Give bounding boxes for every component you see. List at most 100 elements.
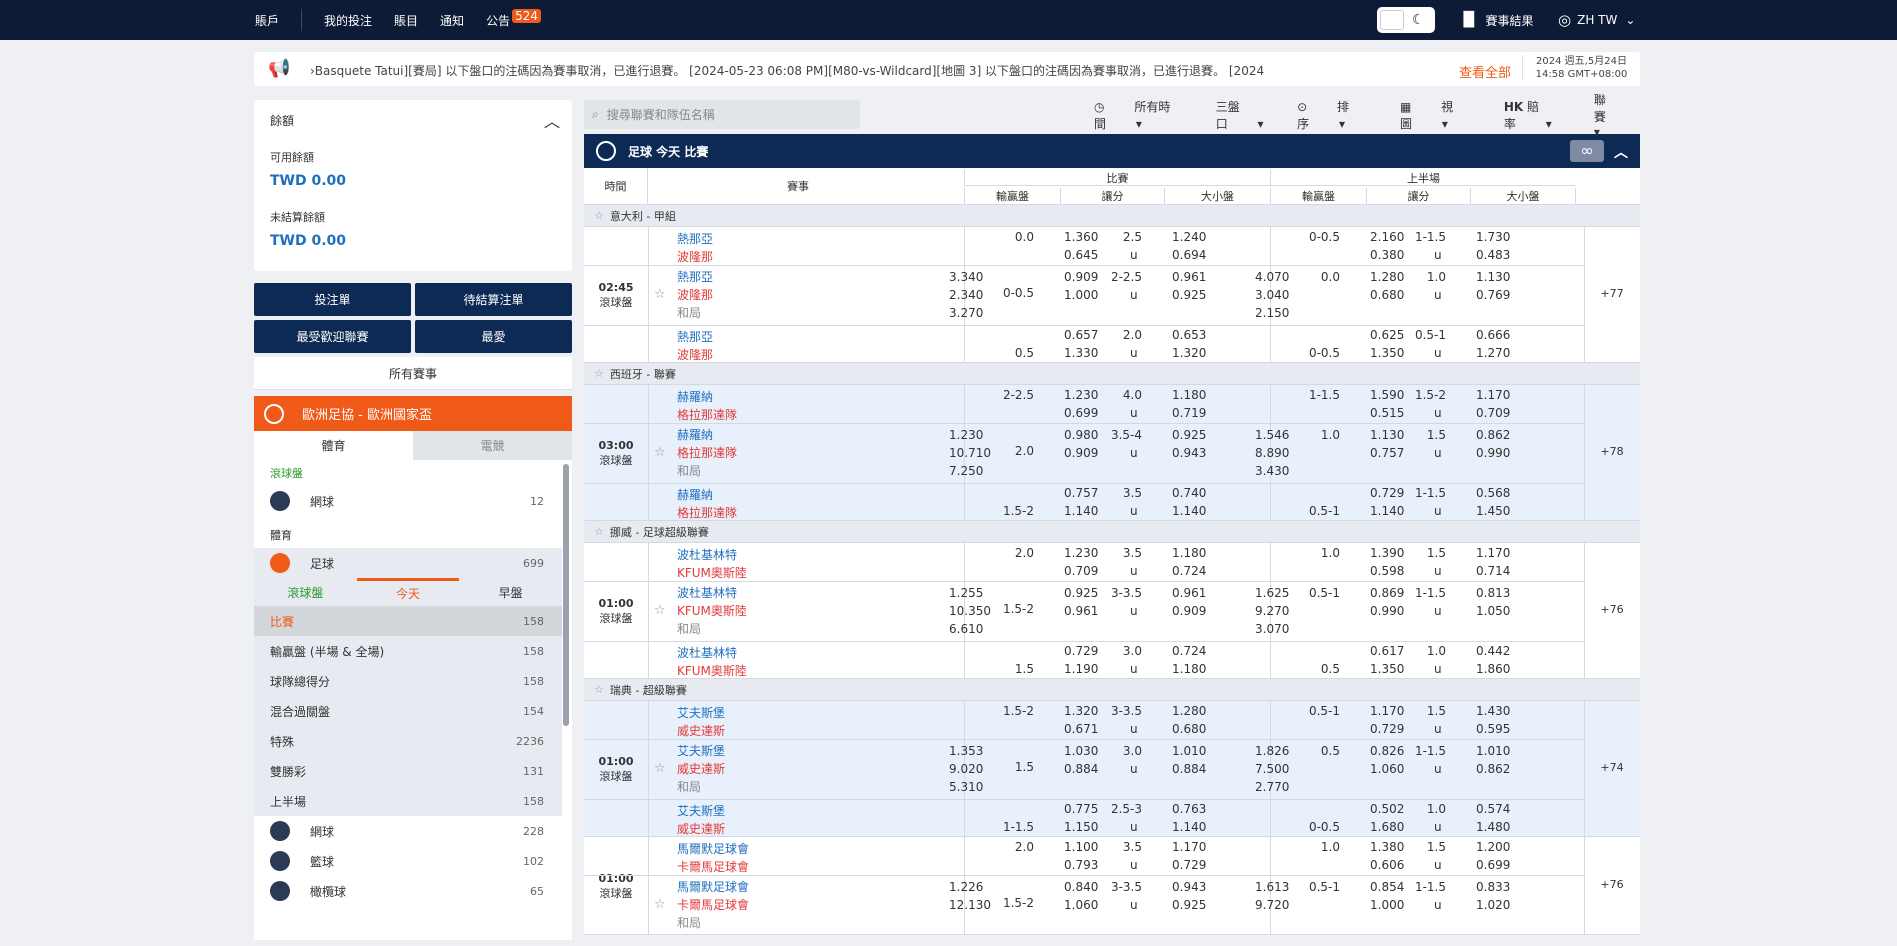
market-item[interactable]: 特殊 2236 xyxy=(254,726,562,756)
chevron-up-icon[interactable]: ︿ xyxy=(1614,142,1628,162)
odds-value[interactable]: 1.430 xyxy=(1476,704,1510,718)
odds-value[interactable]: 0.884 xyxy=(1172,762,1206,776)
odds-value[interactable]: 1.000 xyxy=(1064,288,1098,302)
sport-basketball[interactable]: 籃球 102 xyxy=(254,846,572,876)
odds-value[interactable]: 0.909 xyxy=(1172,604,1206,618)
subtab-today[interactable]: 今天 xyxy=(356,578,460,606)
odds-value[interactable]: 9.270 xyxy=(1255,604,1289,618)
odds-value[interactable]: 3.040 xyxy=(1255,288,1289,302)
odds-value[interactable]: 6.610 xyxy=(949,622,983,636)
sport-tennis[interactable]: 網球 228 xyxy=(254,816,572,846)
nav-statement[interactable]: 賬目 xyxy=(394,12,418,29)
odds-value[interactable]: 0.925 xyxy=(1172,288,1206,302)
odds-value[interactable]: 1.546 xyxy=(1255,428,1289,442)
league-header[interactable]: ☆ 意大利 - 甲組 xyxy=(584,205,1640,227)
odds-value[interactable]: 0.483 xyxy=(1476,248,1510,262)
odds-value[interactable]: 0.719 xyxy=(1172,406,1206,420)
odds-value[interactable]: 0.925 xyxy=(1172,898,1206,912)
odds-value[interactable]: 0.653 xyxy=(1172,328,1206,342)
star-icon[interactable]: ☆ xyxy=(594,209,604,222)
odds-value[interactable]: 7.250 xyxy=(949,464,983,478)
odds-value[interactable]: 0.729 xyxy=(1064,644,1098,658)
star-icon[interactable]: ☆ xyxy=(594,525,604,538)
favorite-star-icon[interactable]: ☆ xyxy=(654,445,666,460)
infinity-toggle[interactable]: ∞ xyxy=(1570,140,1604,162)
odds-value[interactable]: 0.502 xyxy=(1370,802,1404,816)
odds-value[interactable]: 7.500 xyxy=(1255,762,1289,776)
time-filter[interactable]: ◷ 所有時間 ▾ xyxy=(1094,98,1190,132)
odds-value[interactable]: 1.613 xyxy=(1255,880,1289,894)
odds-value[interactable]: 1.320 xyxy=(1172,346,1206,360)
odds-value[interactable]: 0.595 xyxy=(1476,722,1510,736)
odds-value[interactable]: 1.020 xyxy=(1476,898,1510,912)
odds-value[interactable]: 1.680 xyxy=(1370,820,1404,834)
more-markets-link[interactable]: +74 xyxy=(1584,761,1640,774)
subtab-early[interactable]: 早盤 xyxy=(459,578,562,606)
odds-value[interactable]: 1.180 xyxy=(1172,662,1206,676)
market-item[interactable]: 雙勝彩 131 xyxy=(254,756,562,786)
nav-my-bets[interactable]: 我的投注 xyxy=(324,12,372,29)
odds-value[interactable]: 0.833 xyxy=(1476,880,1510,894)
odds-value[interactable]: 0.574 xyxy=(1476,802,1510,816)
odds-value[interactable]: 0.862 xyxy=(1476,428,1510,442)
odds-value[interactable]: 0.840 xyxy=(1064,880,1098,894)
odds-value[interactable]: 0.990 xyxy=(1370,604,1404,618)
chevron-up-icon[interactable]: ︿ xyxy=(544,108,560,132)
odds-value[interactable]: 0.990 xyxy=(1476,446,1510,460)
odds-value[interactable]: 2.340 xyxy=(949,288,983,302)
odds-value[interactable]: 0.598 xyxy=(1370,564,1404,578)
odds-value[interactable]: 3.430 xyxy=(1255,464,1289,478)
odds-value[interactable]: 1.190 xyxy=(1064,662,1098,676)
odds-value[interactable]: 0.925 xyxy=(1172,428,1206,442)
odds-value[interactable]: 1.140 xyxy=(1370,504,1404,518)
odds-value[interactable]: 0.442 xyxy=(1476,644,1510,658)
market-item[interactable]: 上半場 158 xyxy=(254,786,562,816)
odds-value[interactable]: 4.070 xyxy=(1255,270,1289,284)
odds-value[interactable]: 1.625 xyxy=(1255,586,1289,600)
odds-value[interactable]: 0.606 xyxy=(1370,858,1404,872)
odds-value[interactable]: 1.170 xyxy=(1172,840,1206,854)
odds-value[interactable]: 0.925 xyxy=(1064,586,1098,600)
star-icon[interactable]: ☆ xyxy=(594,367,604,380)
betslip-button[interactable]: 投注單 xyxy=(254,283,411,316)
odds-value[interactable]: 0.884 xyxy=(1064,762,1098,776)
odds-value[interactable]: 9.720 xyxy=(1255,898,1289,912)
nav-notices[interactable]: 通知 xyxy=(440,12,464,29)
odds-value[interactable]: 0.909 xyxy=(1064,446,1098,460)
odds-value[interactable]: 1.060 xyxy=(1064,898,1098,912)
tab-sports[interactable]: 體育 xyxy=(254,431,413,460)
odds-value[interactable]: 1.730 xyxy=(1476,230,1510,244)
league-header[interactable]: ☆ 挪威 - 足球超級聯賽 xyxy=(584,521,1640,543)
language-selector[interactable]: ◎ ZH TW ⌄ xyxy=(1558,0,1635,40)
odds-value[interactable]: 0.757 xyxy=(1064,486,1098,500)
odds-value[interactable]: 1.150 xyxy=(1064,820,1098,834)
odds-value[interactable]: 1.170 xyxy=(1370,704,1404,718)
favorites-button[interactable]: 最愛 xyxy=(415,320,572,353)
odds-value[interactable]: 1.060 xyxy=(1370,762,1404,776)
odds-value[interactable]: 1.330 xyxy=(1064,346,1098,360)
odds-value[interactable]: 0.694 xyxy=(1172,248,1206,262)
favorite-star-icon[interactable]: ☆ xyxy=(654,897,666,912)
odds-value[interactable]: 1.590 xyxy=(1370,388,1404,402)
odds-value[interactable]: 1.380 xyxy=(1370,840,1404,854)
odds-value[interactable]: 0.729 xyxy=(1172,858,1206,872)
star-icon[interactable]: ☆ xyxy=(594,683,604,696)
odds-value[interactable]: 1.170 xyxy=(1476,388,1510,402)
odds-value[interactable]: 8.890 xyxy=(1255,446,1289,460)
odds-value[interactable]: 0.813 xyxy=(1476,586,1510,600)
odds-value[interactable]: 1.360 xyxy=(1064,230,1098,244)
nav-account[interactable]: 賬戶 xyxy=(255,12,279,29)
pending-bets-button[interactable]: 待結算注單 xyxy=(415,283,572,316)
league-filter[interactable]: 聯賽 ▾ xyxy=(1594,91,1640,139)
popular-leagues-button[interactable]: 最受歡迎聯賽 xyxy=(254,320,411,353)
odds-value[interactable]: 0.714 xyxy=(1476,564,1510,578)
odds-value[interactable]: 0.617 xyxy=(1370,644,1404,658)
market-item[interactable]: 球隊總得分 158 xyxy=(254,666,562,696)
odds-value[interactable]: 1.180 xyxy=(1172,546,1206,560)
view-filter[interactable]: ▦ 視圖 ▾ xyxy=(1400,98,1478,132)
live-sport-tennis[interactable]: 網球 12 xyxy=(254,486,572,516)
more-markets-link[interactable]: +78 xyxy=(1584,445,1640,458)
odds-value[interactable]: 3.270 xyxy=(949,306,983,320)
odds-value[interactable]: 1.826 xyxy=(1255,744,1289,758)
odds-value[interactable]: 0.943 xyxy=(1172,446,1206,460)
